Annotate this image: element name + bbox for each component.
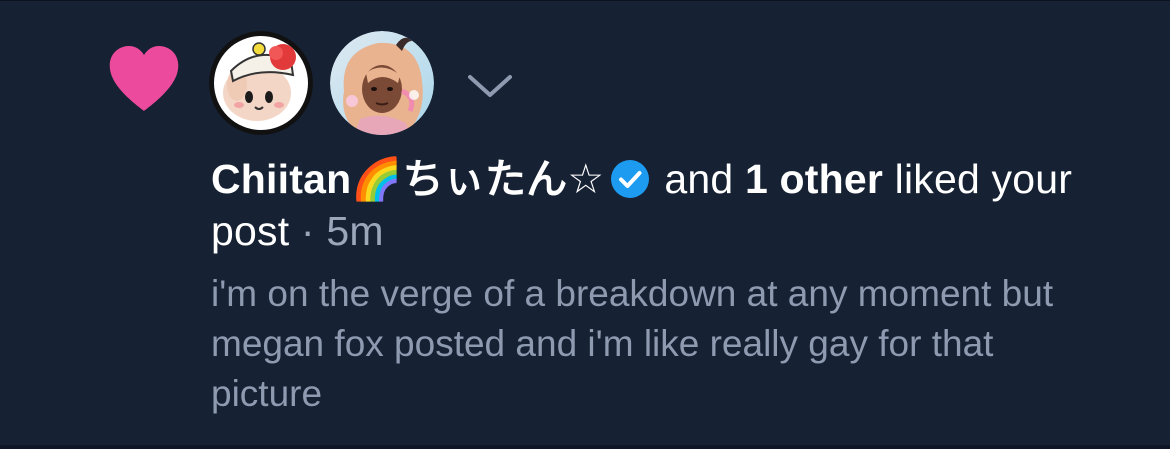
divider xyxy=(0,445,1170,449)
avatar-icon xyxy=(330,31,434,135)
verified-badge-icon xyxy=(611,160,650,198)
notification-content: Chiitan🌈ちぃたん☆ and 1 other liked your post… xyxy=(211,153,1111,419)
avatar-other-user[interactable] xyxy=(330,31,434,135)
avatar-icon xyxy=(209,31,313,135)
post-excerpt[interactable]: i'm on the verge of a breakdown at any m… xyxy=(211,269,1111,419)
joiner-text: and xyxy=(664,156,734,202)
others-count[interactable]: 1 other xyxy=(745,156,883,202)
notification-headline: Chiitan🌈ちぃたん☆ and 1 other liked your post… xyxy=(211,153,1111,257)
notification-item[interactable]: Chiitan🌈ちぃたん☆ and 1 other liked your post… xyxy=(0,0,1170,449)
separator-dot: · xyxy=(300,208,315,254)
actor-name-link[interactable]: Chiitan🌈ちぃたん☆ xyxy=(211,156,604,202)
chevron-down-icon[interactable] xyxy=(464,69,516,103)
timestamp: 5m xyxy=(326,208,384,254)
avatar-chiitan[interactable] xyxy=(209,31,313,135)
heart-icon xyxy=(109,46,179,111)
